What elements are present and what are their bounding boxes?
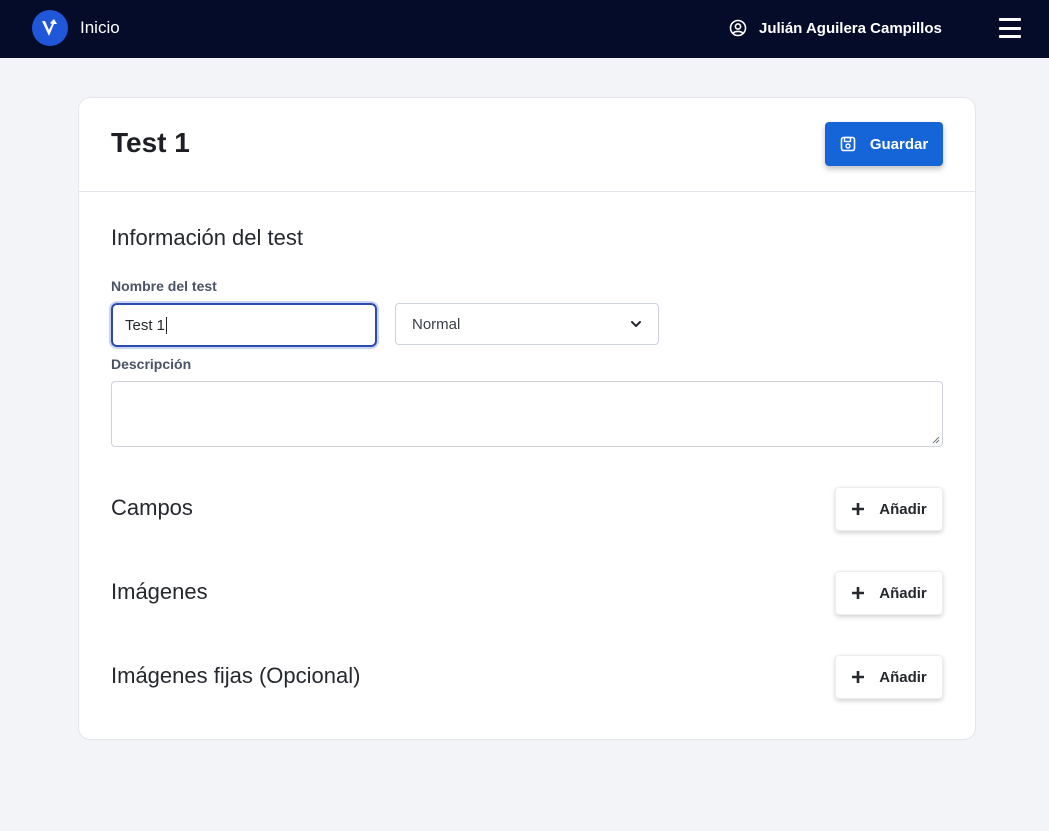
section-title-info: Información del test: [111, 225, 303, 250]
resize-handle-icon[interactable]: [932, 436, 940, 444]
v-logo-icon: [32, 10, 68, 46]
add-image-button[interactable]: Añadir: [835, 571, 943, 615]
user-name: Julián Aguilera Campillos: [759, 19, 942, 37]
add-fixed-image-button[interactable]: Añadir: [835, 655, 943, 699]
save-button[interactable]: Guardar: [825, 122, 943, 166]
description-textarea[interactable]: [111, 381, 943, 447]
section-title-fixed-images: Imágenes fijas (Opcional): [111, 663, 361, 688]
user-menu[interactable]: Julián Aguilera Campillos: [729, 17, 942, 39]
top-navbar: Inicio Julián Aguilera Campillos: [0, 0, 1049, 58]
description-label: Descripción: [111, 356, 192, 372]
user-circle-icon: [729, 19, 747, 37]
card-header: Test 1 Guardar: [79, 98, 975, 192]
test-name-value: Test 1: [125, 316, 166, 334]
plus-icon: [851, 586, 865, 600]
plus-icon: [851, 670, 865, 684]
test-type-value: Normal: [412, 315, 461, 333]
page-title: Test 1: [111, 127, 190, 158]
home-link[interactable]: Inicio: [32, 10, 120, 46]
chevron-down-icon: [630, 318, 642, 330]
home-label: Inicio: [80, 18, 120, 37]
section-title-images: Imágenes: [111, 579, 208, 604]
hamburger-menu-icon[interactable]: [998, 16, 1022, 40]
add-field-button[interactable]: Añadir: [835, 487, 943, 531]
section-title-fields: Campos: [111, 495, 193, 520]
name-label: Nombre del test: [111, 278, 217, 294]
test-name-input[interactable]: Test 1: [111, 303, 377, 347]
text-caret: [166, 316, 168, 334]
add-fixed-image-label: Añadir: [879, 668, 927, 686]
add-image-label: Añadir: [879, 584, 927, 602]
test-editor-card: Test 1 Guardar Información del test Nomb…: [78, 97, 976, 740]
save-icon: [840, 136, 856, 152]
save-label: Guardar: [869, 135, 929, 153]
test-type-select[interactable]: Normal: [395, 303, 659, 345]
add-field-label: Añadir: [879, 500, 927, 518]
plus-icon: [851, 502, 865, 516]
